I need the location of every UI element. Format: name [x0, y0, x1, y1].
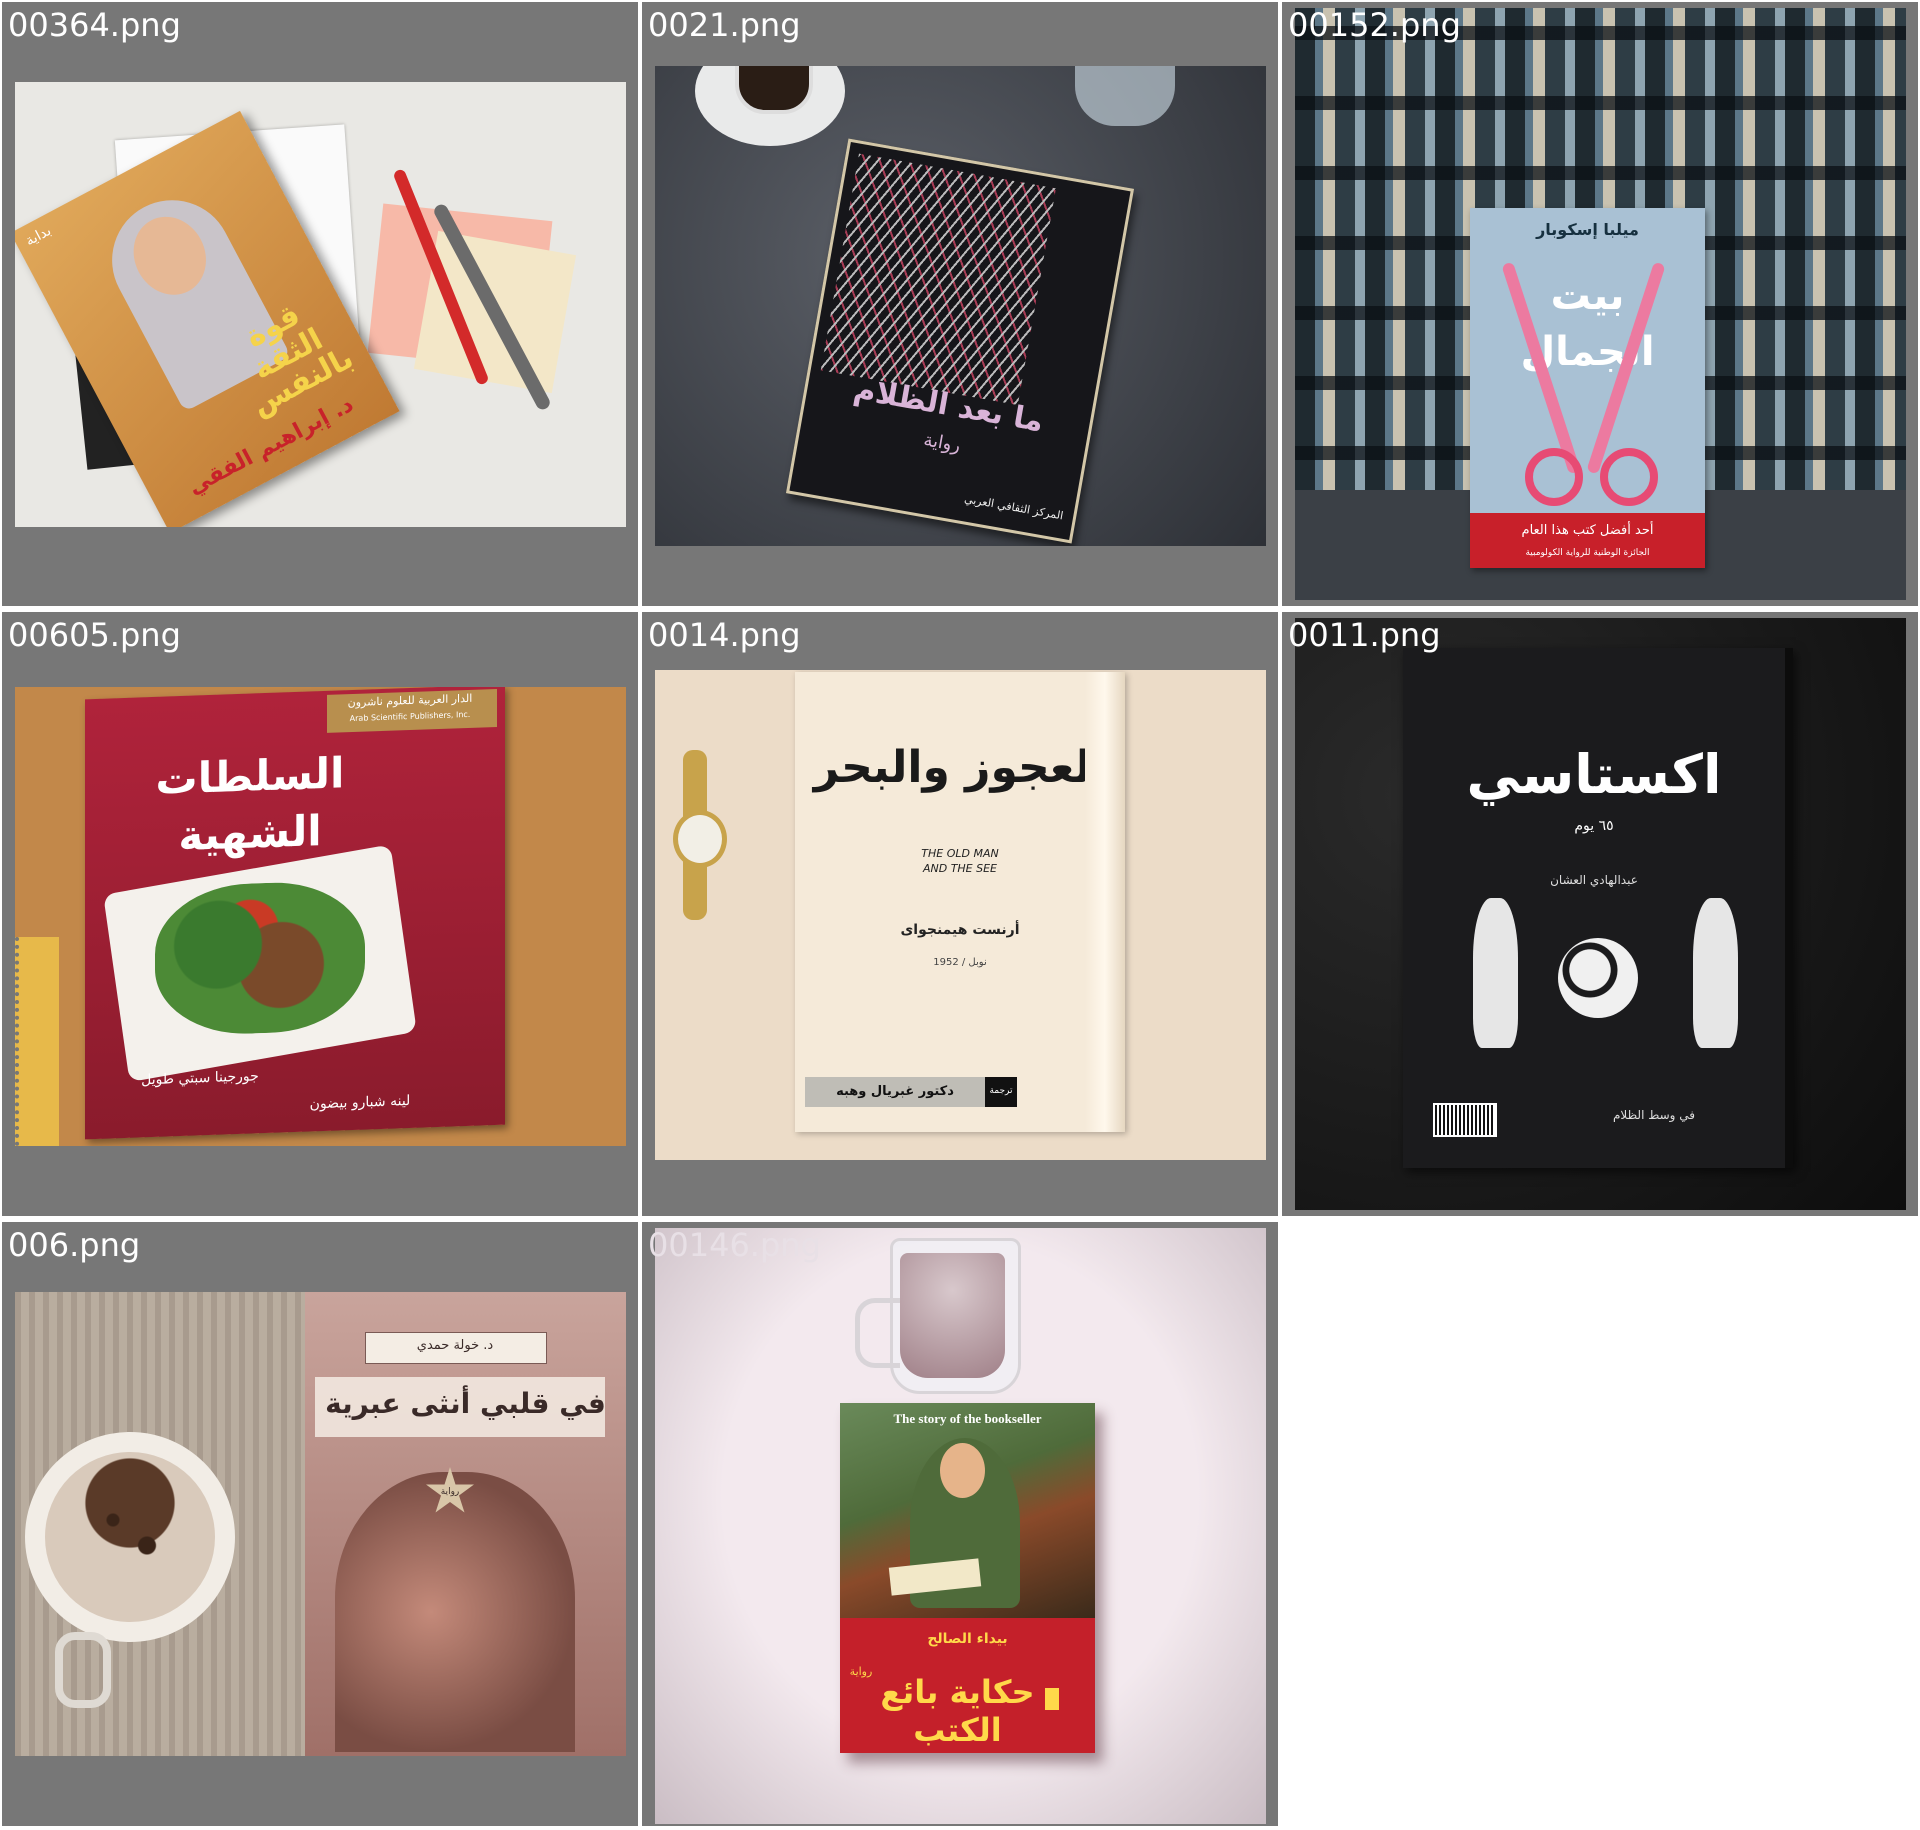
mug-drink [900, 1253, 1005, 1378]
book-prize: الجائزة الوطنية للرواية الكولومبية [1525, 548, 1650, 558]
book-title: حكاية بائع الكتب [880, 1673, 1035, 1749]
book-title: العجوز والبحر [813, 742, 1107, 793]
book-prize: نوبل / 1952 [933, 957, 987, 968]
cup-handle [55, 1632, 111, 1708]
tile-filename: 0011.png [1288, 616, 1441, 654]
grid-tile[interactable]: 0011.png اكستاسي ٦٥ يوم عبدالهادي العشان… [1282, 612, 1918, 1216]
reader-face [940, 1443, 985, 1498]
hand-right-icon [1693, 898, 1738, 1048]
book-title-en-line1: THE OLD MAN [921, 847, 999, 860]
tile-filename: 00364.png [8, 6, 181, 44]
tile-filename: 0014.png [648, 616, 801, 654]
book-cover: ميلبا إسكوبار بيت الجمال أحد أفضل كتب هذ… [1470, 208, 1705, 568]
water-bottle [1075, 66, 1175, 126]
globe-icon [1558, 938, 1638, 1018]
book-cover: الدار العربية للعلوم ناشرون Arab Scienti… [85, 687, 505, 1140]
grid-tile[interactable]: 0021.png ما بعد الظلام رواية المركز الثق… [642, 2, 1278, 606]
tile-filename: 0021.png [648, 6, 801, 44]
book-photo: د. خولة حمدي في قلبي أنثى عبرية رواية [15, 1292, 626, 1756]
book-tagline: في وسط الظلام [1612, 1108, 1696, 1122]
tile-filename: 00146.png [648, 1226, 821, 1264]
image-grid: 00364.png بداية قوة الثقة بالنفس د. إبرا… [0, 0, 1920, 1830]
translation-label: ترجمة [989, 1086, 1013, 1096]
publisher-logo-icon [1045, 1688, 1059, 1710]
book-cover: د. خولة حمدي في قلبي أنثى عبرية رواية [305, 1292, 626, 1756]
grid-tile[interactable]: 00152.png ميلبا إسكوبار بيت الجمال أحد أ… [1282, 2, 1918, 606]
book-photo: ما بعد الظلام رواية المركز الثقافي العرب… [655, 66, 1266, 546]
book-subtitle: ٦٥ يوم [1574, 818, 1614, 834]
mug-handle [855, 1298, 900, 1368]
barcode-icon [1433, 1103, 1497, 1137]
book-photo: ميلبا إسكوبار بيت الجمال أحد أفضل كتب هذ… [1295, 8, 1906, 600]
book-cover: ما بعد الظلام رواية المركز الثقافي العرب… [785, 138, 1135, 544]
book-title: السلطات الشهية [155, 748, 345, 860]
tile-filename: 00605.png [8, 616, 181, 654]
book-badge: رواية [440, 1487, 460, 1497]
light-burst [820, 153, 1056, 406]
book-title-en: The story of the bookseller [893, 1411, 1042, 1426]
grid-tile[interactable]: 00605.png الدار العربية للعلوم ناشرون Ar… [2, 612, 638, 1216]
grid-tile[interactable]: 00364.png بداية قوة الثقة بالنفس د. إبرا… [2, 2, 638, 606]
coffee-foam [45, 1452, 215, 1622]
book-cover: العجوز والبحر THE OLD MAN AND THE SEE أر… [795, 672, 1125, 1132]
grid-tile[interactable]: 00146.png The story of the bookseller بي… [642, 1222, 1278, 1826]
book-author: أرنست هيمنجواى [900, 922, 1020, 938]
book-photo: The story of the bookseller بيداء الصالح… [655, 1228, 1266, 1824]
book-publisher: المركز الثقافي العربي [963, 492, 1065, 523]
tile-filename: 006.png [8, 1226, 141, 1264]
grid-tile[interactable]: 006.png د. خولة حمدي في قلبي أنثى عبرية … [2, 1222, 638, 1826]
book-blurb: أحد أفضل كتب هذا العام [1521, 523, 1654, 538]
book-author-2: لينه شبارو بيضون [309, 1092, 411, 1113]
book-author: بيداء الصالح [927, 1631, 1008, 1647]
book-photo: بداية قوة الثقة بالنفس د. إبراهيم الفقي [15, 82, 626, 527]
book-cover: The story of the bookseller بيداء الصالح… [840, 1403, 1095, 1753]
translator-name: دكتور غبريال وهبه [836, 1084, 954, 1099]
notebook-spiral [15, 937, 59, 1146]
book-cover: اكستاسي ٦٥ يوم عبدالهادي العشان في وسط ا… [1403, 648, 1793, 1168]
book-author: ميلبا إسكوبار [1536, 220, 1639, 239]
tile-filename: 00152.png [1288, 6, 1461, 44]
book-author-1: جورجينا سبتي طويل [141, 1068, 259, 1089]
book-photo: اكستاسي ٦٥ يوم عبدالهادي العشان في وسط ا… [1295, 618, 1906, 1210]
book-title: اكستاسي [1466, 743, 1722, 806]
book-photo: الدار العربية للعلوم ناشرون Arab Scienti… [15, 687, 626, 1146]
hand-left-icon [1473, 898, 1518, 1048]
book-author: د. خولة حمدي [416, 1338, 494, 1353]
book-title-en-line2: AND THE SEE [922, 862, 998, 875]
woman-portrait [335, 1472, 575, 1752]
book-genre: رواية [849, 1665, 873, 1678]
book-title: في قلبي أنثى عبرية [325, 1387, 606, 1420]
book-author: عبدالهادي العشان [1550, 873, 1638, 887]
book-photo: العجوز والبحر THE OLD MAN AND THE SEE أر… [655, 670, 1266, 1160]
salad [155, 879, 365, 1037]
page-curl [1085, 672, 1125, 1132]
grid-tile[interactable]: 0014.png العجوز والبحر THE OLD MAN AND T… [642, 612, 1278, 1216]
